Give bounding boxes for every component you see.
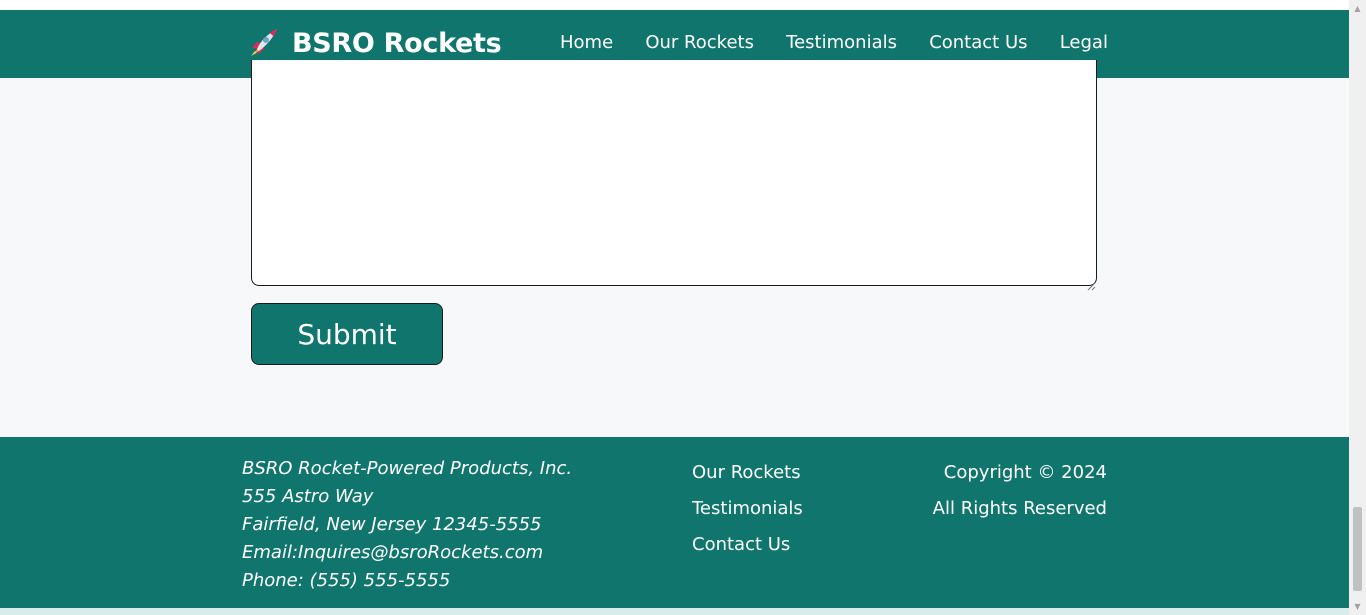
message-textarea[interactable] bbox=[251, 60, 1097, 286]
company-name: BSRO Rocket-Powered Products, Inc. bbox=[242, 458, 573, 479]
nav-home-link[interactable]: Home bbox=[560, 32, 613, 53]
contact-phone: Phone: (555) 555-5555 bbox=[242, 570, 451, 591]
contact-email: Email:Inquires@bsroRockets.com bbox=[242, 542, 544, 563]
brand-link[interactable]: BSRO Rockets bbox=[246, 26, 502, 60]
scrollbar-thumb[interactable] bbox=[1353, 507, 1362, 591]
vertical-scrollbar[interactable]: ▲ ▼ bbox=[1349, 0, 1366, 615]
scroll-down-arrow-icon[interactable]: ▼ bbox=[1349, 598, 1366, 615]
nav-contact-us-link[interactable]: Contact Us bbox=[929, 32, 1027, 53]
city-state-zip: Fairfield, New Jersey 12345-5555 bbox=[242, 514, 542, 535]
top-strip bbox=[0, 0, 1349, 10]
page-viewport: BSRO Rockets Home Our Rockets Testimonia… bbox=[0, 0, 1349, 615]
submit-button[interactable]: Submit bbox=[251, 303, 443, 365]
rights-text: All Rights Reserved bbox=[932, 498, 1107, 519]
footer-testimonials-link[interactable]: Testimonials bbox=[692, 491, 803, 527]
copyright-text: Copyright © 2024 bbox=[943, 462, 1107, 483]
nav-our-rockets-link[interactable]: Our Rockets bbox=[645, 32, 754, 53]
footer-our-rockets-link[interactable]: Our Rockets bbox=[692, 455, 803, 491]
footer-legal: Copyright © 2024 All Rights Reserved bbox=[933, 455, 1107, 527]
footer-contact-us-link[interactable]: Contact Us bbox=[692, 527, 803, 563]
bottom-strip bbox=[0, 608, 1349, 615]
nav-legal-link[interactable]: Legal bbox=[1060, 32, 1108, 53]
scroll-up-arrow-icon[interactable]: ▲ bbox=[1349, 0, 1366, 17]
nav-testimonials-link[interactable]: Testimonials bbox=[786, 32, 897, 53]
main-nav: Home Our Rockets Testimonials Contact Us… bbox=[560, 32, 1108, 53]
company-address: BSRO Rocket-Powered Products, Inc. 555 A… bbox=[242, 455, 572, 595]
rocket-icon bbox=[246, 26, 280, 60]
resize-grip-icon[interactable] bbox=[1087, 276, 1096, 291]
footer-nav: Our Rockets Testimonials Contact Us bbox=[692, 455, 803, 563]
footer: BSRO Rocket-Powered Products, Inc. 555 A… bbox=[0, 437, 1349, 608]
brand-name: BSRO Rockets bbox=[292, 27, 502, 59]
street-address: 555 Astro Way bbox=[242, 486, 374, 507]
